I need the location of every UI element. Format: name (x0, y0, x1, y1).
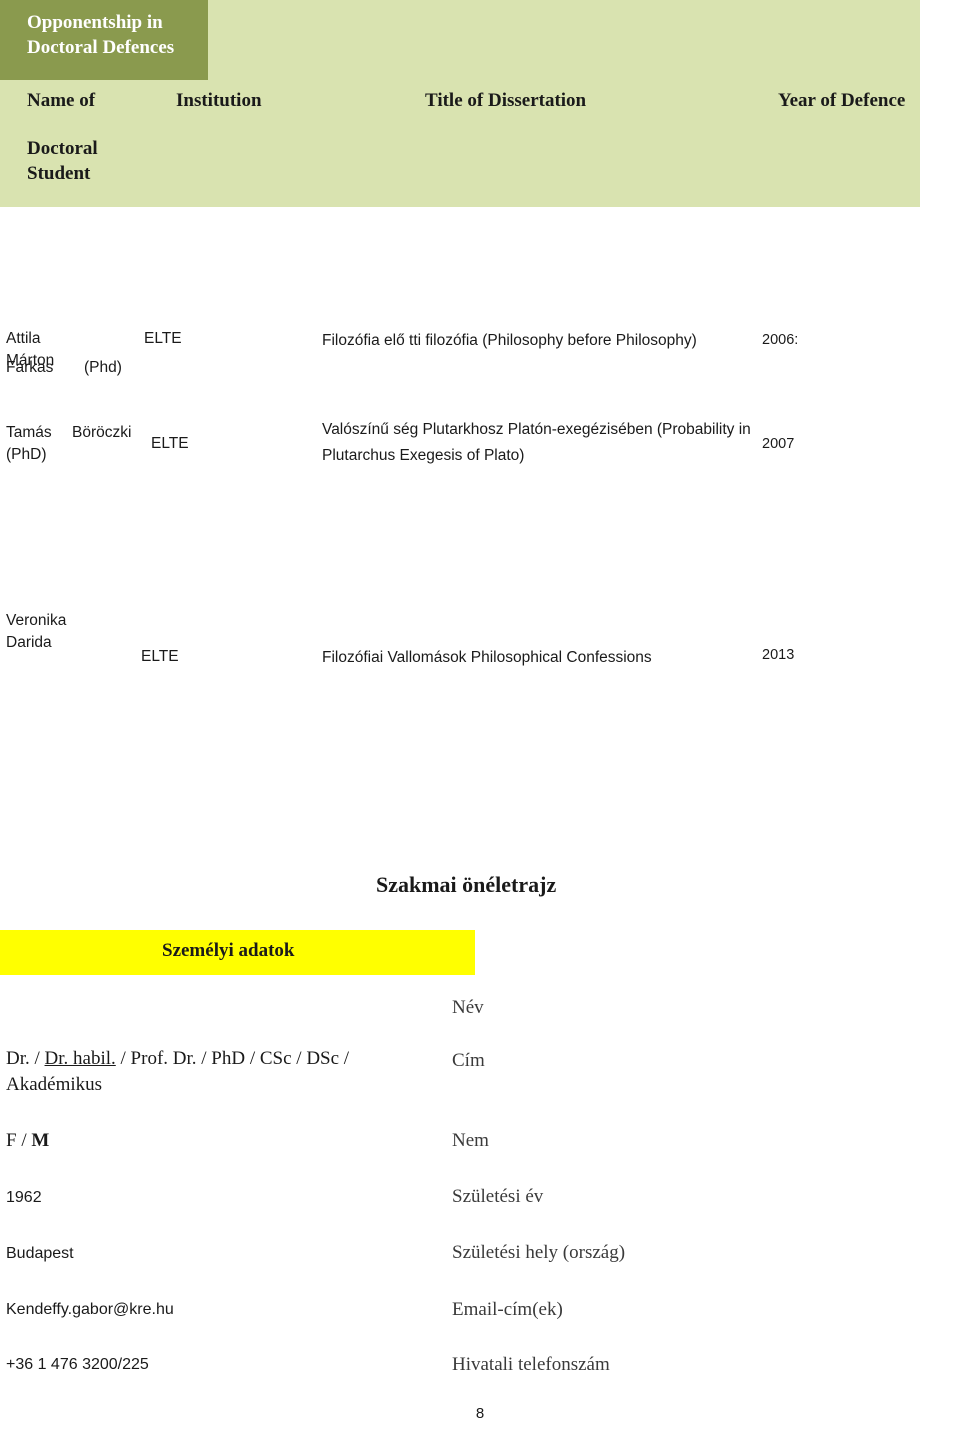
cv-label-birth-place: Születési hely (ország) (452, 1242, 626, 1263)
cell-institution: ELTE (144, 330, 182, 347)
table-corner-header: Opponentship in Doctoral Defences (0, 0, 208, 80)
cell-institution: ELTE (151, 435, 189, 452)
cv-value-nem: F / M (6, 1128, 49, 1154)
cell-dissertation-title: Valószínű ség Plutarkhosz Platón-exegézi… (322, 421, 751, 464)
cv-label-email: Email-cím(ek) (452, 1299, 563, 1320)
cv-label-cim: Cím (452, 1050, 485, 1071)
cell-year: 2006: (762, 332, 799, 348)
column-header-name-sub1: Doctoral (27, 138, 98, 159)
cell-student-surname: Böröczki (72, 424, 132, 441)
cell-student-degree: (PhD) (6, 446, 47, 463)
cell-year: 2007 (762, 436, 795, 452)
cell-student-degree: (Phd) (84, 359, 122, 376)
cell-dissertation-title: Filozófia elő tti filozófia (Philosophy … (322, 332, 697, 349)
column-header-year: Year of Defence (778, 90, 906, 111)
page-number: 8 (475, 1405, 485, 1422)
cv-heading: Szakmai önéletrajz (376, 872, 557, 897)
nem-prefix: F / (6, 1130, 32, 1151)
corner-header-line1: Opponentship in (27, 12, 163, 33)
cv-section-label: Személyi adatok (162, 940, 295, 961)
cell-institution: ELTE (141, 648, 179, 665)
cell-dissertation-title: Filozófiai Vallomások Philosophical Conf… (322, 649, 652, 666)
cv-value-phone: +36 1 476 3200/225 (6, 1356, 149, 1373)
cv-value-cim-line2: Akadémikus (6, 1074, 103, 1095)
column-header-title: Title of Dissertation (425, 90, 587, 111)
cv-label-phone: Hivatali telefonszám (452, 1354, 610, 1375)
cv-value-birth-place: Budapest (6, 1245, 74, 1262)
cv-label-nem: Nem (452, 1130, 489, 1151)
cv-label-birth-year: Születési év (452, 1186, 544, 1207)
cell-student-name: Tamás (6, 424, 52, 441)
column-header-institution: Institution (176, 90, 262, 111)
table-header-band: Opponentship in Doctoral Defences Name o… (0, 0, 920, 207)
cim-mid: / Prof. Dr. / PhD / CSc / DSc / (115, 1048, 350, 1069)
cv-value-cim: Dr. / Dr. habil. / Prof. Dr. / PhD / CSc… (6, 1046, 349, 1072)
cell-student-name: Veronika Darida (6, 612, 67, 651)
cell-student-name-line2: Farkas (6, 359, 54, 376)
cell-year: 2013 (762, 647, 795, 663)
corner-header-line2: Doctoral Defences (27, 37, 175, 58)
cv-label-nev: Név (452, 997, 484, 1018)
column-header-name-sub2: Student (27, 163, 91, 184)
cv-value-email: Kendeffy.gabor@kre.hu (6, 1301, 174, 1318)
column-header-name: Name of (27, 90, 96, 111)
cim-underline: Dr. habil. (44, 1048, 116, 1069)
cim-prefix: Dr. / (6, 1048, 45, 1069)
cv-value-birth-year: 1962 (6, 1189, 42, 1206)
nem-selected: M (31, 1130, 50, 1151)
